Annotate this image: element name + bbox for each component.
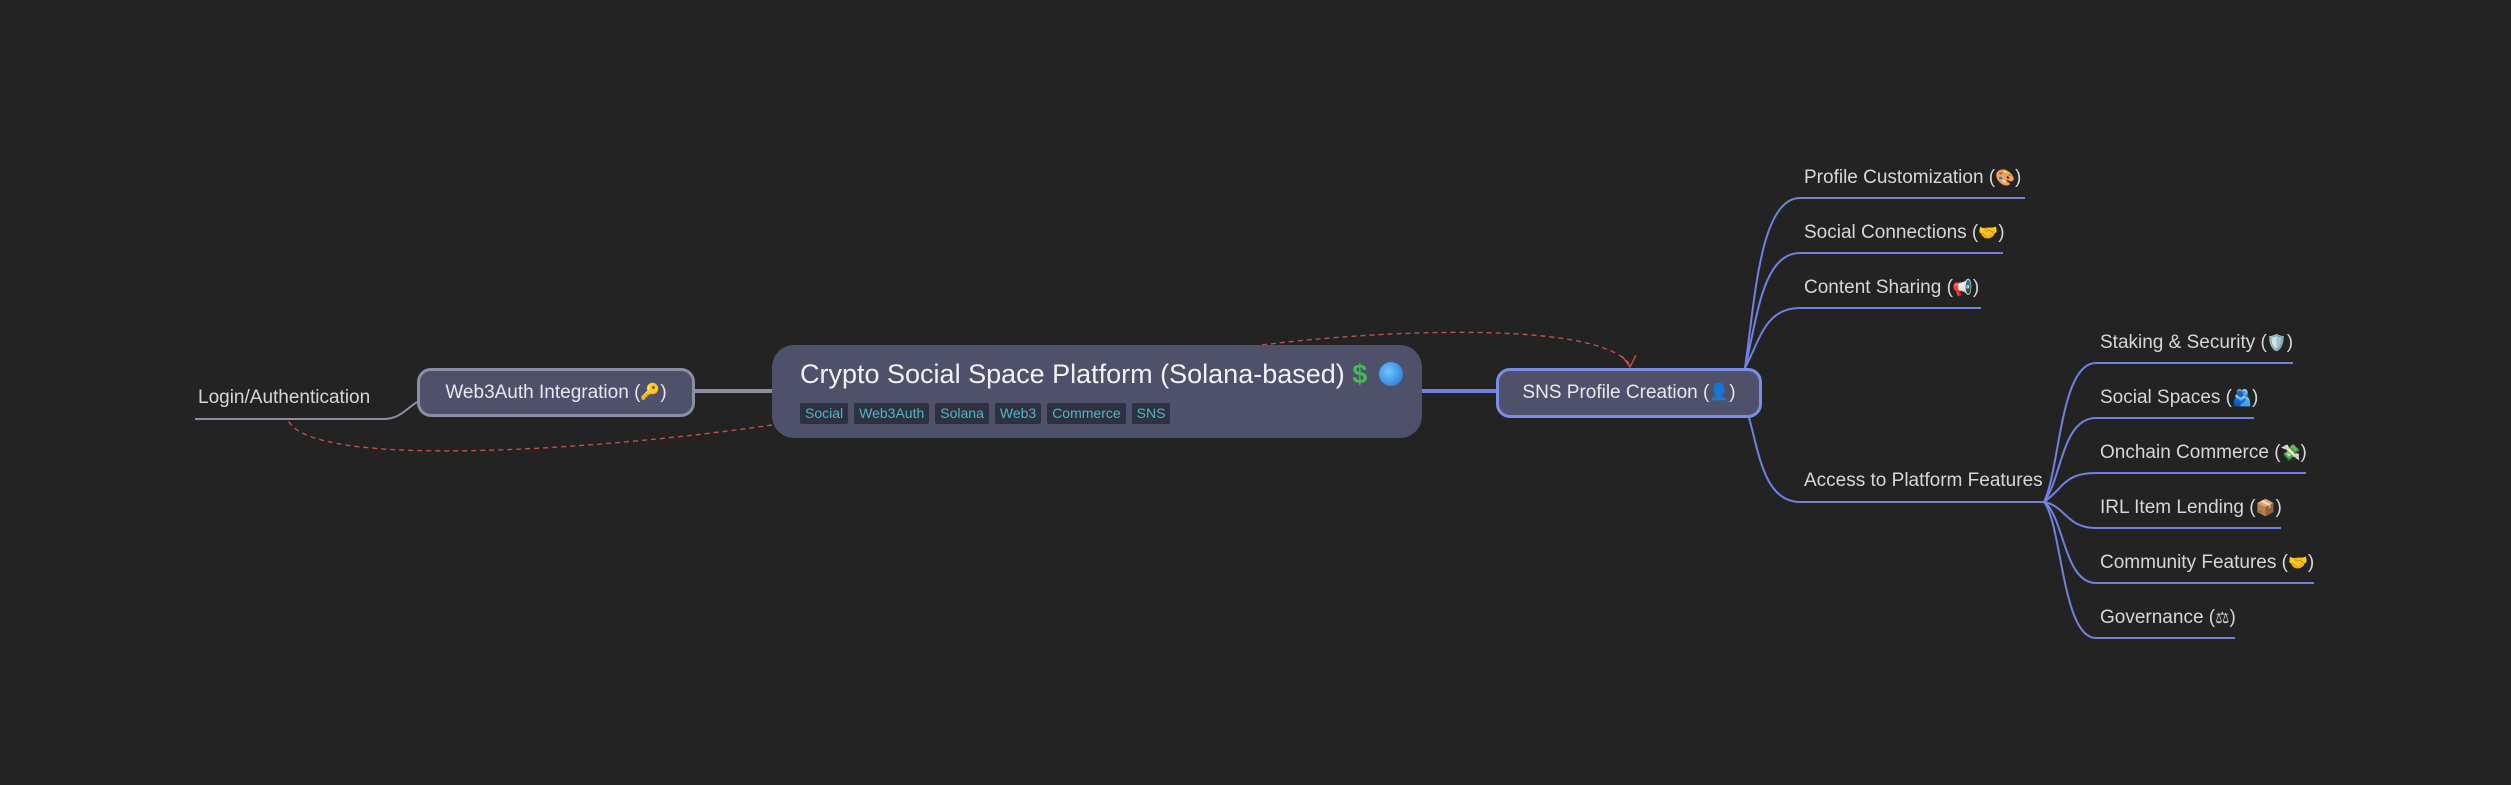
package-icon: 📦 <box>2255 500 2276 517</box>
dollar-icon: $ <box>1352 359 1368 389</box>
topic-irl-item-lending[interactable]: IRL Item Lending (📦) <box>2100 496 2282 520</box>
topic-label: Web3Auth Integration ( <box>445 381 641 403</box>
topic-label-close: ) <box>2015 167 2022 188</box>
root-topic[interactable]: Crypto Social Space Platform (Solana-bas… <box>772 345 1422 438</box>
palette-icon: 🎨 <box>1995 170 2016 187</box>
handshake-icon: 🤝 <box>2287 555 2308 572</box>
topic-social-spaces[interactable]: Social Spaces (🫂) <box>2100 386 2258 410</box>
topic-label: SNS Profile Creation ( <box>1522 382 1710 403</box>
topic-label: IRL Item Lending ( <box>2100 497 2256 518</box>
topic-label: Governance ( <box>2100 607 2216 628</box>
tag-social[interactable]: Social <box>800 403 849 424</box>
link-sns-content-sharing <box>1744 307 1981 369</box>
topic-label-close: ) <box>2307 552 2315 573</box>
topic-label: Staking & Security ( <box>2100 332 2267 353</box>
topic-label-close: ) <box>1729 382 1736 403</box>
handshake-icon: 🤝 <box>1978 225 1999 242</box>
topic-label-close: ) <box>2251 387 2259 408</box>
link-feature-staking <box>2043 362 2293 503</box>
topic-login-authentication[interactable]: Login/Authentication <box>198 386 370 410</box>
topic-label-close: ) <box>2275 497 2282 518</box>
topic-label: Social Spaces ( <box>2100 387 2233 408</box>
mindmap-canvas: Crypto Social Space Platform (Solana-bas… <box>0 0 2511 785</box>
topic-web3auth-integration[interactable]: Web3Auth Integration (🔑) <box>417 368 695 417</box>
root-title-text: Crypto Social Space Platform (Solana-bas… <box>800 359 1345 389</box>
topic-label: Community Features ( <box>2100 552 2288 573</box>
topic-content-sharing[interactable]: Content Sharing (📢) <box>1804 276 1979 300</box>
megaphone-icon: 📢 <box>1952 280 1973 297</box>
topic-label: Onchain Commerce ( <box>2100 442 2281 463</box>
root-tags: Social Web3Auth Solana Web3 Commerce SNS <box>800 403 1171 424</box>
root-title: Crypto Social Space Platform (Solana-bas… <box>800 359 1403 390</box>
topic-staking-security[interactable]: Staking & Security (🛡️) <box>2100 331 2293 355</box>
money-wings-icon: 💸 <box>2280 445 2301 462</box>
tag-web3[interactable]: Web3 <box>994 403 1042 424</box>
scales-icon: ⚖ <box>2215 610 2230 627</box>
topic-label-close: ) <box>2229 607 2236 628</box>
user-icon: 👤 <box>1709 384 1730 401</box>
topic-label: Profile Customization ( <box>1804 167 1996 188</box>
topic-label-close: ) <box>1998 222 2005 243</box>
topic-onchain-commerce[interactable]: Onchain Commerce (💸) <box>2100 441 2307 465</box>
topic-label-close: ) <box>2300 442 2307 463</box>
relation-root-sns-arrow <box>1621 354 1637 369</box>
topic-access-platform-features[interactable]: Access to Platform Features <box>1804 469 2043 493</box>
people-hugging-icon: 🫂 <box>2232 390 2252 407</box>
globe-icon <box>1378 362 1403 386</box>
tag-solana[interactable]: Solana <box>935 403 989 424</box>
topic-label: Content Sharing ( <box>1804 277 1953 298</box>
key-icon: 🔑 <box>640 383 661 401</box>
topic-social-connections[interactable]: Social Connections (🤝) <box>1804 221 2005 245</box>
tag-commerce[interactable]: Commerce <box>1047 403 1126 424</box>
topic-label: Access to Platform Features <box>1804 470 2043 491</box>
topic-governance[interactable]: Governance (⚖) <box>2100 606 2236 630</box>
topic-label-close: ) <box>660 381 667 403</box>
topic-label: Social Connections ( <box>1804 222 1979 243</box>
topic-community-features[interactable]: Community Features (🤝) <box>2100 551 2314 575</box>
shield-icon: 🛡️ <box>2266 335 2287 352</box>
relation-root-login <box>287 419 773 452</box>
tag-sns[interactable]: SNS <box>1131 403 1171 424</box>
topic-sns-profile-creation[interactable]: SNS Profile Creation (👤) <box>1496 368 1762 418</box>
topic-label-close: ) <box>1972 277 1980 298</box>
topic-profile-customization[interactable]: Profile Customization (🎨) <box>1804 166 2021 190</box>
tag-web3auth[interactable]: Web3Auth <box>854 403 930 424</box>
topic-label-close: ) <box>2286 332 2294 353</box>
